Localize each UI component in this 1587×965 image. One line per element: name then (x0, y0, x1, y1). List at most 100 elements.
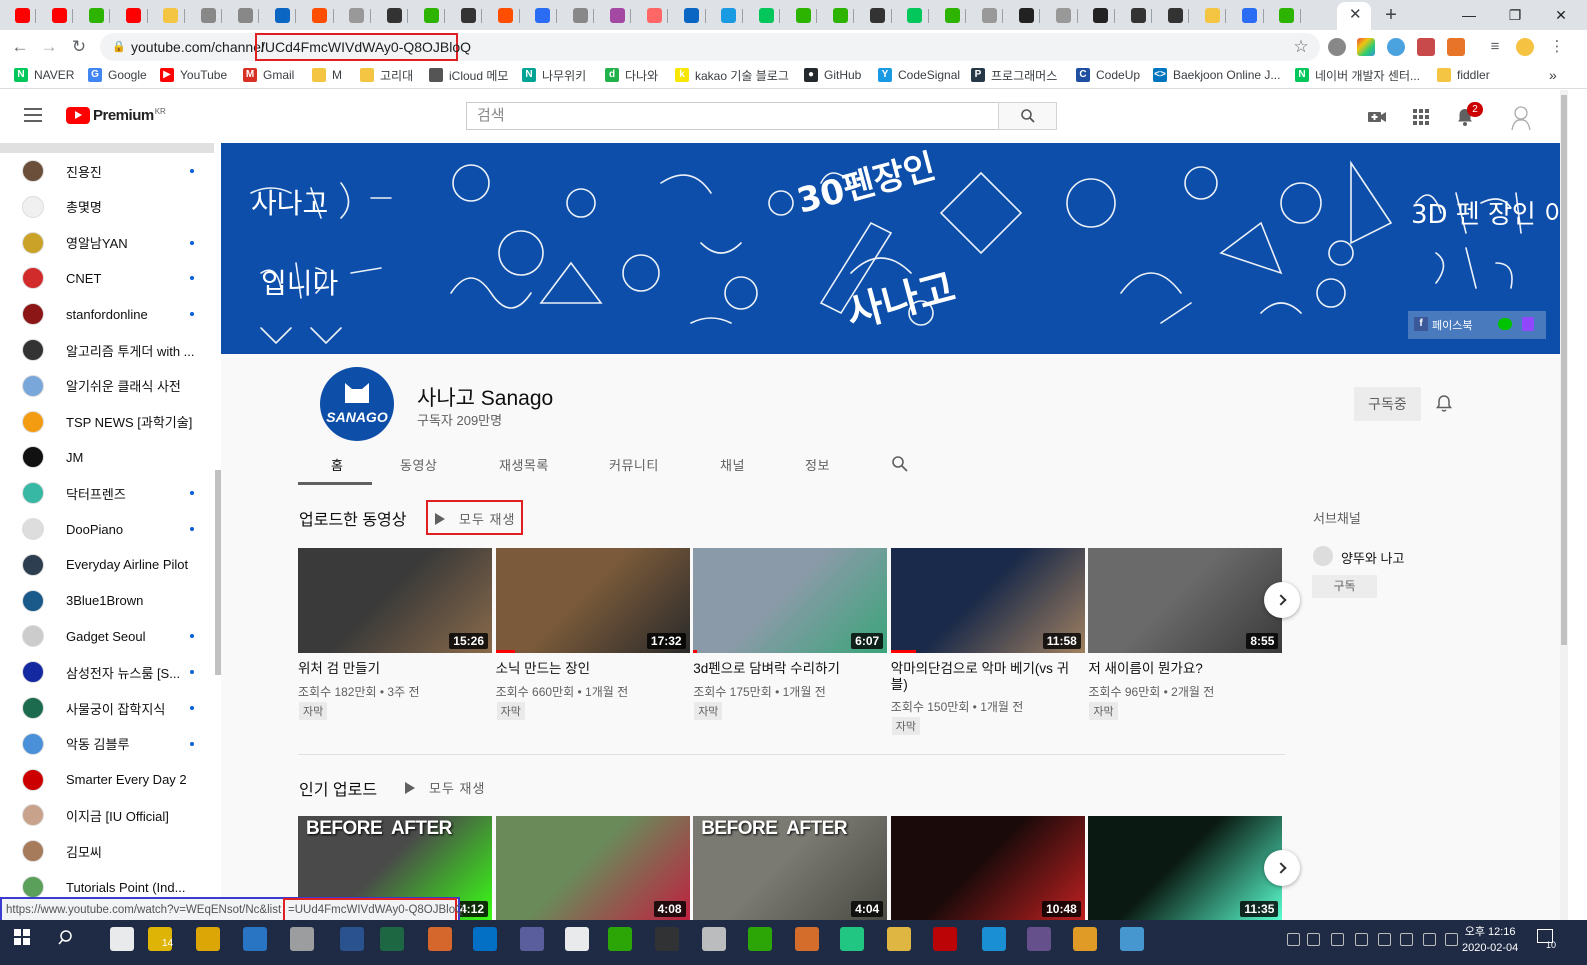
twitch-icon[interactable] (1522, 317, 1534, 331)
extension-globe-icon[interactable] (1328, 38, 1346, 56)
bookmark-item[interactable]: k kakao 기술 블로그 (675, 67, 789, 83)
video-thumbnail[interactable]: BEFORE AFTER 4:04 (693, 816, 888, 921)
sidebar-subscription-item[interactable]: 삼성전자 뉴스룸 [S... (0, 654, 214, 690)
taskbar-app-icon[interactable] (887, 927, 911, 951)
browser-tab[interactable] (678, 3, 706, 27)
channel-tab[interactable]: 홈 (331, 455, 343, 474)
system-tray-icon[interactable] (1423, 933, 1436, 946)
browser-tab[interactable] (1161, 3, 1190, 27)
taskbar-app-icon[interactable] (840, 927, 864, 951)
taskbar-app-icon[interactable] (702, 927, 726, 951)
video-thumbnail[interactable]: 11:58 (890, 548, 1085, 653)
sidebar-subscription-item[interactable]: DooPiano (0, 511, 214, 547)
media-queue-icon[interactable]: ≡ (1486, 38, 1504, 56)
video-title[interactable]: 악마의단검으로 악마 베기(vs 귀블) (891, 661, 1081, 693)
taskbar-app-icon[interactable] (290, 927, 314, 951)
system-tray-icon[interactable] (1355, 933, 1368, 946)
browser-tab[interactable] (715, 3, 743, 27)
sidebar-subscription-item[interactable]: 알고리즘 투게더 with ... (0, 332, 214, 368)
taskbar-app-icon[interactable] (608, 927, 632, 951)
video-thumbnail[interactable]: 17:32 (495, 548, 690, 653)
bookmark-item[interactable]: N NAVER (14, 67, 74, 83)
video-title[interactable]: 소닉 만드는 장인 (496, 661, 686, 677)
video-thumbnail[interactable]: 11:35 (1088, 816, 1283, 921)
sidebar-subscription-item[interactable]: Smarter Every Day 2 (0, 762, 214, 798)
browser-tab[interactable] (268, 3, 297, 27)
channel-tab[interactable]: 정보 (805, 455, 830, 474)
taskbar-app-icon[interactable] (110, 927, 134, 951)
browser-tab[interactable] (492, 3, 520, 27)
subscribed-button[interactable]: 구독중 (1354, 387, 1421, 421)
bookmark-item[interactable]: N 네이버 개발자 센터... (1295, 67, 1420, 83)
sidebar-subscription-item[interactable]: 영알남YAN (0, 225, 214, 261)
browser-tab[interactable] (566, 3, 594, 27)
system-tray-icon[interactable] (1400, 933, 1413, 946)
taskbar-app-icon[interactable] (1027, 927, 1051, 951)
sidebar-subscription-item[interactable]: 악동 김블루 (0, 726, 214, 762)
new-tab-button[interactable]: + (1380, 4, 1402, 26)
bookmark-item[interactable]: P 프로그래머스 (971, 67, 1057, 83)
taskbar-app-icon[interactable] (982, 927, 1006, 951)
sidebar-subscription-item[interactable]: 총몇명 (0, 189, 214, 225)
browser-tab[interactable] (1012, 3, 1041, 27)
menu-icon[interactable] (24, 108, 42, 122)
page-scrollbar[interactable] (1560, 90, 1568, 920)
browser-tab[interactable] (1236, 3, 1264, 27)
video-thumbnail[interactable]: 8:55 (1088, 548, 1283, 653)
taskbar-app-icon[interactable] (1120, 927, 1144, 951)
bookmark-item[interactable]: d 다나와 (605, 67, 658, 83)
reload-button[interactable]: ↻ (68, 36, 90, 58)
channel-notification-bell-icon[interactable] (1434, 394, 1454, 414)
taskbar-app-icon[interactable] (933, 927, 957, 951)
bookmark-item[interactable]: Y CodeSignal (878, 67, 960, 83)
windows-start-icon[interactable] (14, 929, 30, 945)
bookmark-item[interactable]: ▶ YouTube (160, 67, 227, 83)
sidebar-subscription-item[interactable]: TSP NEWS [과학기술] (0, 404, 214, 440)
sidebar-subscription-item[interactable]: 김모씨 (0, 833, 214, 869)
close-window-button[interactable]: ✕ (1538, 0, 1584, 30)
channel-avatar[interactable]: SANAGO (320, 367, 394, 441)
line-icon[interactable] (1498, 318, 1512, 330)
forward-button[interactable]: → (38, 36, 60, 58)
sidebar-subscription-item[interactable]: Everyday Airline Pilot (0, 547, 214, 583)
taskbar-search-icon[interactable] (58, 929, 76, 947)
system-tray-icon[interactable] (1287, 933, 1300, 946)
taskbar-app-icon[interactable] (795, 927, 819, 951)
sidebar-subscription-item[interactable]: 3Blue1Brown (0, 583, 214, 619)
video-thumbnail[interactable]: 10:48 (890, 816, 1085, 921)
taskbar-app-icon[interactable] (340, 927, 364, 951)
bookmark-item[interactable]: C CodeUp (1076, 67, 1140, 83)
taskbar-app-icon[interactable] (565, 927, 589, 951)
channel-tab[interactable]: 동영상 (400, 455, 437, 474)
taskbar-app-icon[interactable] (1073, 927, 1097, 951)
taskbar-app-icon[interactable] (196, 927, 220, 951)
bookmark-star-icon[interactable]: ☆ (1292, 38, 1310, 56)
browser-tab[interactable] (45, 3, 74, 27)
browser-tab[interactable] (752, 3, 780, 27)
page-scrollbar-thumb[interactable] (1561, 95, 1567, 645)
browser-tab[interactable] (82, 3, 111, 27)
minimize-window-button[interactable]: — (1446, 0, 1492, 30)
browser-tab[interactable] (1198, 3, 1227, 27)
browser-tab[interactable] (120, 3, 148, 27)
system-tray-icon[interactable] (1307, 933, 1320, 946)
sidebar-subscription-item[interactable]: Gadget Seoul (0, 618, 214, 654)
extension-ex-icon[interactable] (1447, 38, 1465, 56)
bookmark-item[interactable]: iCloud 메모 (429, 67, 508, 83)
channel-search-icon[interactable] (891, 455, 909, 473)
sidebar-subscription-item[interactable]: 진용진 (0, 153, 214, 189)
back-button[interactable]: ← (9, 36, 31, 58)
bookmark-item[interactable]: M Gmail (243, 67, 294, 83)
browser-tab[interactable] (938, 3, 966, 27)
play-all-popular-button[interactable]: 모두 재생 (405, 778, 485, 797)
next-videos-button[interactable] (1264, 582, 1300, 618)
taskbar-app-icon[interactable] (428, 927, 452, 951)
video-title[interactable]: 위처 검 만들기 (298, 661, 488, 677)
browser-tab[interactable] (789, 3, 818, 27)
channel-tab[interactable]: 재생목록 (499, 455, 549, 474)
video-title[interactable]: 저 새이름이 뭔가요? (1088, 661, 1278, 677)
browser-tab[interactable] (826, 3, 855, 27)
more-bookmarks-icon[interactable]: » (1549, 67, 1557, 83)
extension-cloud-icon[interactable] (1387, 38, 1405, 56)
channel-tab[interactable]: 채널 (720, 455, 745, 474)
